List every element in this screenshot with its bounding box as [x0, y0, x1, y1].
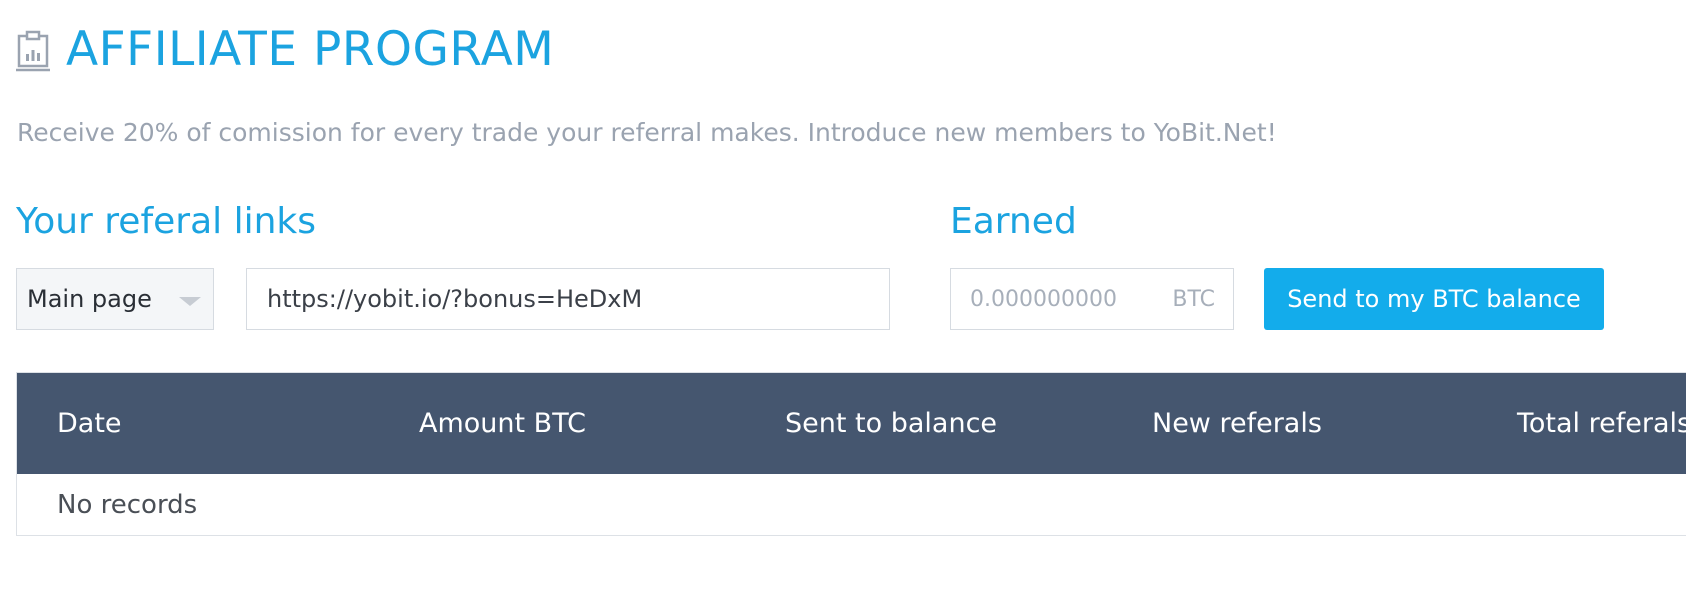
earned-amount-field[interactable]: 0.000000000 BTC [950, 268, 1234, 330]
earned-unit-label: BTC [1172, 286, 1215, 312]
referral-links-heading: Your referal links [16, 201, 317, 242]
chevron-down-icon [179, 297, 201, 306]
clipboard-chart-icon [16, 28, 50, 72]
table-body: No records [17, 474, 1686, 536]
earned-heading: Earned [950, 201, 1077, 242]
send-to-balance-button[interactable]: Send to my BTC balance [1264, 268, 1604, 330]
column-header-sent[interactable]: Sent to balance [785, 373, 997, 474]
page-select-value: Main page [27, 285, 152, 313]
referral-link-input[interactable] [246, 268, 890, 330]
referral-table: Date Amount BTC Sent to balance New refe… [16, 372, 1686, 536]
empty-state-text: No records [57, 490, 198, 520]
page-select[interactable]: Main page [16, 268, 214, 330]
table-header: Date Amount BTC Sent to balance New refe… [17, 373, 1686, 474]
column-header-new-referals[interactable]: New referals [1152, 373, 1322, 474]
column-header-total-referals[interactable]: Total referals [1517, 373, 1686, 474]
page-title: AFFILIATE PROGRAM [66, 22, 555, 77]
column-header-amount[interactable]: Amount BTC [419, 373, 586, 474]
page-header: AFFILIATE PROGRAM [16, 22, 554, 78]
column-header-date[interactable]: Date [57, 373, 122, 474]
intro-text: Receive 20% of comission for every trade… [17, 118, 1277, 147]
earned-amount-placeholder: 0.000000000 [970, 286, 1117, 312]
affiliate-page: AFFILIATE PROGRAM Receive 20% of comissi… [0, 0, 1686, 612]
